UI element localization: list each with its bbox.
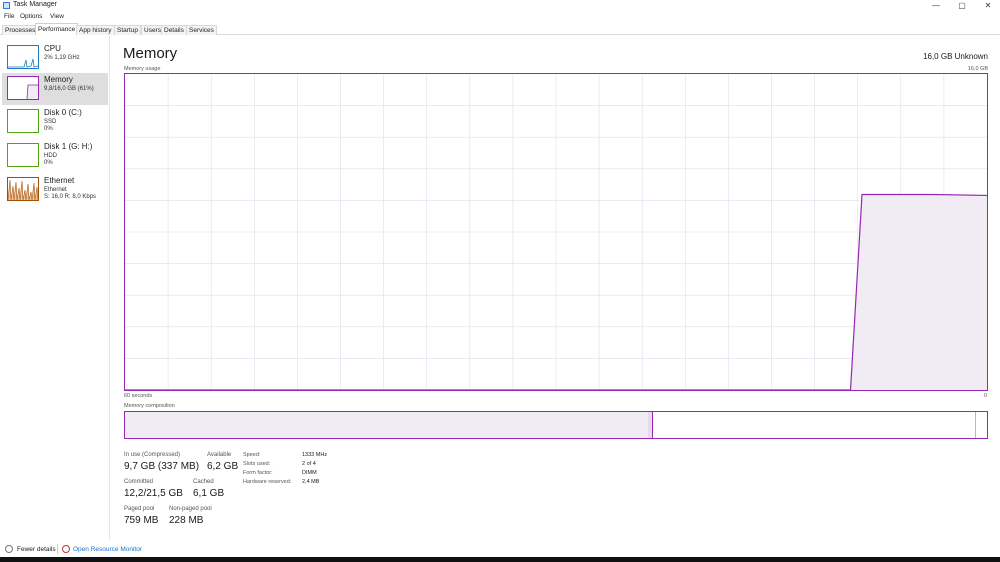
sidebar-item-label: Disk 0 (C:) — [44, 108, 82, 117]
sidebar-item-detail: 9,8/16,0 GB (61%) — [44, 86, 94, 92]
sidebar-item-label: CPU — [44, 44, 61, 53]
sidebar-item-disk-0[interactable]: Disk 0 (C:) SSD 0% — [2, 106, 108, 138]
hardware-reserved-value: 2,4 MB — [302, 479, 320, 485]
sidebar-item-detail: SSD — [44, 119, 57, 125]
non-paged-pool-label: Non-paged pool — [169, 506, 212, 512]
available-label: Available — [207, 452, 232, 458]
footer-divider — [57, 544, 58, 554]
paged-pool-value: 759 MB — [124, 515, 159, 526]
task-manager-app-icon — [3, 2, 10, 9]
footer: Fewer details Open Resource Monitor — [0, 541, 1000, 557]
menu-bar: File Options View — [0, 12, 1000, 22]
time-axis-start: 60 seconds — [124, 393, 153, 399]
memory-usage-graph — [124, 73, 988, 391]
fewer-details-link[interactable]: Fewer details — [17, 546, 56, 553]
cached-label: Cached — [193, 479, 214, 485]
available-value: 6,2 GB — [207, 461, 239, 472]
tab-startup[interactable]: Startup — [114, 25, 141, 35]
composition-in-use — [125, 412, 648, 438]
memory-composition-label: Memory composition — [124, 403, 175, 409]
composition-free — [976, 412, 987, 438]
maximize-button[interactable]: ▢ — [956, 1, 968, 10]
memory-usage-label: Memory usage — [124, 66, 161, 72]
disk0-mini-graph — [7, 109, 39, 133]
cached-value: 6,1 GB — [193, 488, 225, 499]
form-factor-label: Form factor: — [243, 470, 273, 476]
window-title: Task Manager — [13, 1, 57, 8]
sidebar-item-label: Ethernet — [44, 176, 75, 185]
sidebar-item-throughput: S: 16,0 R: 8,0 Kbps — [44, 194, 97, 200]
sidebar-item-detail: HDD — [44, 153, 57, 159]
slots-used-label: Slots used: — [243, 461, 271, 467]
disk1-mini-graph — [7, 143, 39, 167]
menu-options[interactable]: Options — [20, 13, 42, 20]
chevron-up-icon[interactable] — [5, 545, 13, 553]
form-factor-value: DIMM — [302, 470, 317, 476]
sidebar-item-memory[interactable]: Memory 9,8/16,0 GB (61%) — [2, 73, 108, 105]
sidebar-item-usage: 0% — [44, 160, 53, 166]
non-paged-pool-value: 228 MB — [169, 515, 204, 526]
in-use-value: 9,7 GB (337 MB) — [124, 461, 200, 472]
in-use-label: In use (Compressed) — [124, 452, 181, 458]
paged-pool-label: Paged pool — [124, 506, 155, 512]
tab-details[interactable]: Details — [161, 25, 187, 35]
page-title: Memory — [123, 45, 178, 62]
sidebar-item-detail: 2% 1,19 GHz — [44, 55, 80, 61]
hardware-reserved-label: Hardware reserved: — [243, 479, 292, 485]
resource-monitor-icon[interactable] — [62, 545, 70, 553]
tab-processes[interactable]: Processes — [2, 25, 39, 35]
sidebar-item-detail: Ethernet — [44, 187, 67, 193]
time-axis-end: 0 — [983, 393, 987, 399]
taskbar-edge — [0, 557, 1000, 562]
sidebar-item-disk-1[interactable]: Disk 1 (G: H:) HDD 0% — [2, 140, 108, 172]
title-bar: Task Manager — ▢ ✕ — [0, 0, 1000, 12]
slots-used-value: 2 of 4 — [302, 461, 316, 467]
close-button[interactable]: ✕ — [982, 1, 994, 10]
memory-capacity: 16,0 GB Unknown — [923, 52, 988, 61]
sidebar-item-label: Memory — [44, 75, 73, 84]
memory-composition-bar — [124, 411, 988, 439]
menu-file[interactable]: File — [4, 13, 14, 20]
memory-mini-graph — [7, 76, 39, 100]
sidebar-item-ethernet[interactable]: Ethernet Ethernet S: 16,0 R: 8,0 Kbps — [2, 174, 108, 206]
sidebar-item-label: Disk 1 (G: H:) — [44, 142, 93, 151]
speed-value: 1333 MHz — [302, 452, 328, 458]
cpu-mini-graph — [7, 45, 39, 69]
ethernet-mini-graph — [7, 177, 39, 201]
menu-view[interactable]: View — [50, 13, 64, 20]
memory-usage-max: 16,0 GB — [967, 66, 988, 72]
tab-performance[interactable]: Performance — [35, 23, 79, 35]
open-resource-monitor-link[interactable]: Open Resource Monitor — [73, 546, 142, 553]
tab-app-history[interactable]: App history — [76, 25, 115, 35]
composition-standby — [652, 412, 977, 438]
speed-label: Speed: — [243, 452, 261, 458]
committed-value: 12,2/21,5 GB — [124, 488, 183, 499]
performance-sidebar: CPU 2% 1,19 GHz Memory 9,8/16,0 GB (61%)… — [0, 36, 110, 540]
tab-bar: Processes Performance App history Startu… — [0, 23, 1000, 35]
tab-services[interactable]: Services — [186, 25, 217, 35]
minimize-button[interactable]: — — [930, 1, 942, 10]
committed-label: Committed — [124, 479, 154, 485]
sidebar-item-usage: 0% — [44, 126, 53, 132]
sidebar-item-cpu[interactable]: CPU 2% 1,19 GHz — [2, 42, 108, 74]
memory-usage-chart — [125, 74, 988, 391]
